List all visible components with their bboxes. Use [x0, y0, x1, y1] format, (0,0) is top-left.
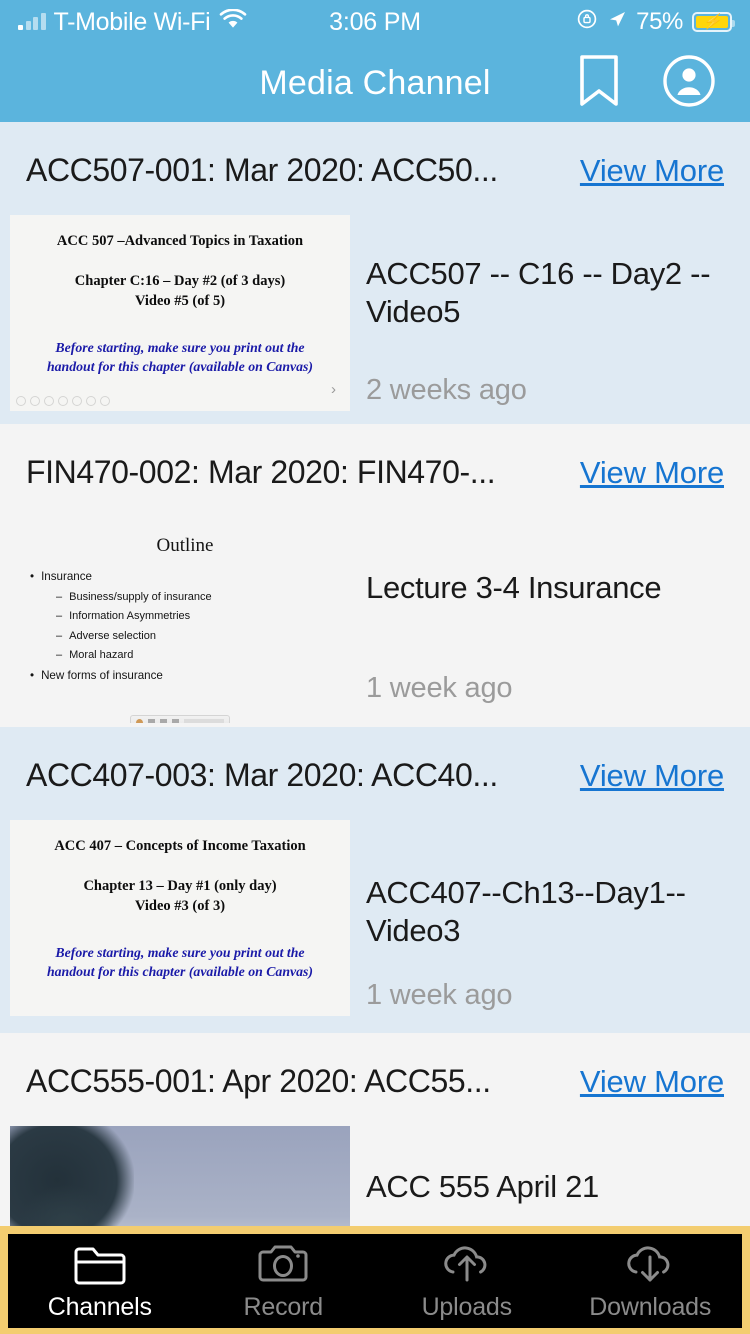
slide-preview: ACC 507 –Advanced Topics in Taxation Cha… — [10, 215, 350, 411]
video-age: 1 week ago — [366, 672, 513, 704]
view-more-link[interactable]: View More — [580, 153, 724, 189]
camera-icon — [256, 1242, 310, 1291]
slide-line-1: ACC 407 – Concepts of Income Taxation — [54, 838, 306, 854]
card-header: ACC407-003: Mar 2020: ACC40... View More — [0, 727, 750, 794]
video-thumbnail[interactable]: ACC 407 – Concepts of Income Taxation Ch… — [10, 820, 350, 1016]
outline-heading: Outline — [156, 535, 214, 556]
tab-bar-inner: Channels Record Uploads Downloads — [8, 1234, 742, 1328]
tab-label: Uploads — [421, 1293, 513, 1321]
channel-title: FIN470-002: Mar 2020: FIN470-... — [26, 454, 496, 490]
card-body: ACC 407 – Concepts of Income Taxation Ch… — [0, 794, 750, 1016]
slide-line-3: Video #5 (of 5) — [134, 292, 226, 309]
video-thumbnail[interactable]: ACC 507 –Advanced Topics in Taxation Cha… — [10, 215, 350, 411]
navigation-bar: Media Channel — [0, 44, 750, 122]
channel-card[interactable]: ACC407-003: Mar 2020: ACC40... View More… — [0, 727, 750, 1033]
view-more-link[interactable]: View More — [580, 1064, 724, 1100]
video-title: ACC507 -- C16 -- Day2 -- Video5 — [366, 256, 711, 329]
slide-preview: ACC 407 – Concepts of Income Taxation Ch… — [10, 820, 350, 1016]
account-avatar-icon[interactable] — [662, 54, 716, 113]
video-meta: ACC507 -- C16 -- Day2 -- Video5 2 weeks … — [350, 215, 750, 411]
video-meta: ACC407--Ch13--Day1--Video3 1 week ago — [350, 820, 750, 1016]
status-bar-left: T-Mobile Wi-Fi — [18, 7, 248, 36]
card-header: ACC507-001: Mar 2020: ACC50... View More — [0, 122, 750, 189]
video-meta: Lecture 3-4 Insurance 1 week ago — [350, 527, 750, 723]
location-arrow-icon — [607, 8, 627, 36]
view-more-link[interactable]: View More — [580, 455, 724, 491]
card-body: ACC 507 –Advanced Topics in Taxation Cha… — [0, 189, 750, 411]
nav-actions — [576, 54, 750, 113]
thumbnail-toolbar-icons — [16, 396, 110, 406]
list-item: – Adverse selection — [56, 629, 156, 642]
signal-bars-icon — [18, 13, 46, 30]
cloud-upload-icon — [439, 1242, 495, 1291]
tab-downloads[interactable]: Downloads — [559, 1242, 743, 1320]
bookmark-icon[interactable] — [576, 54, 622, 113]
channel-title: ACC507-001: Mar 2020: ACC50... — [26, 152, 498, 188]
cloud-download-icon — [622, 1242, 678, 1291]
outline-preview: Outline • Insurance – Business/supply of i… — [10, 527, 350, 723]
list-item: – Moral hazard — [56, 649, 134, 662]
channel-title: ACC555-001: Apr 2020: ACC55... — [26, 1063, 491, 1099]
slide-note-line-1: Before starting, make sure you print out… — [55, 944, 305, 960]
video-thumbnail[interactable]: Outline • Insurance – Business/supply of i… — [10, 527, 350, 723]
card-header: FIN470-002: Mar 2020: FIN470-... View Mo… — [0, 424, 750, 491]
channel-list[interactable]: ACC507-001: Mar 2020: ACC50... View More… — [0, 122, 750, 1334]
outline-list: • Insurance – Business/supply of insurance… — [16, 567, 344, 687]
status-bar-right: 75% ⚡ — [576, 8, 735, 37]
tab-uploads[interactable]: Uploads — [375, 1242, 559, 1320]
tab-channels[interactable]: Channels — [8, 1242, 192, 1320]
slide-note: Before starting, make sure you print out… — [24, 943, 336, 982]
channel-card[interactable]: FIN470-002: Mar 2020: FIN470-... View Mo… — [0, 424, 750, 727]
battery-charging-icon: ⚡ — [692, 12, 735, 32]
tab-label: Channels — [47, 1293, 152, 1321]
video-age: 2 weeks ago — [366, 374, 527, 406]
card-body: Outline • Insurance – Business/supply of i… — [0, 491, 750, 723]
slide-note: Before starting, make sure you print out… — [24, 338, 336, 377]
video-age: 1 week ago — [366, 979, 513, 1011]
slide-note-line-2: handout for this chapter (available on C… — [46, 358, 313, 374]
card-header: ACC555-001: Apr 2020: ACC55... View More — [0, 1033, 750, 1100]
video-title: ACC407--Ch13--Day1--Video3 — [366, 875, 686, 948]
slide-line-3: Video #3 (of 3) — [134, 897, 226, 914]
list-item: • New forms of insurance — [30, 668, 163, 682]
tab-label: Downloads — [589, 1293, 712, 1321]
folder-icon — [73, 1242, 127, 1291]
status-bar: T-Mobile Wi-Fi 3:06 PM 75% ⚡ — [0, 0, 750, 44]
list-item: • Insurance — [30, 570, 92, 583]
wifi-icon — [218, 8, 248, 36]
chevron-right-icon: › — [331, 381, 336, 398]
slide-line-2: Chapter C:16 – Day #2 (of 3 days) — [74, 273, 286, 290]
tab-record[interactable]: Record — [192, 1242, 376, 1320]
rotation-lock-icon — [576, 8, 598, 37]
tab-label: Record — [243, 1293, 324, 1321]
battery-percent-label: 75% — [636, 8, 683, 35]
thumbnail-player-controls — [130, 715, 230, 723]
slide-line-2: Chapter 13 – Day #1 (only day) — [83, 878, 277, 895]
view-more-link[interactable]: View More — [580, 758, 724, 794]
slide-note-line-2: handout for this chapter (available on C… — [46, 963, 313, 979]
slide-line-1: ACC 507 –Advanced Topics in Taxation — [56, 233, 304, 249]
list-item: – Business/supply of insurance — [56, 590, 212, 603]
list-item: – Information Asymmetries — [56, 610, 191, 623]
carrier-label: T-Mobile Wi-Fi — [53, 7, 211, 36]
video-title: ACC 555 April 21 — [366, 1169, 599, 1204]
slide-note-line-1: Before starting, make sure you print out… — [55, 339, 305, 355]
channel-title: ACC407-003: Mar 2020: ACC40... — [26, 757, 498, 793]
channel-card[interactable]: ACC507-001: Mar 2020: ACC50... View More… — [0, 122, 750, 424]
video-title: Lecture 3-4 Insurance — [366, 570, 662, 605]
tab-bar: Channels Record Uploads Downloads — [0, 1226, 750, 1334]
